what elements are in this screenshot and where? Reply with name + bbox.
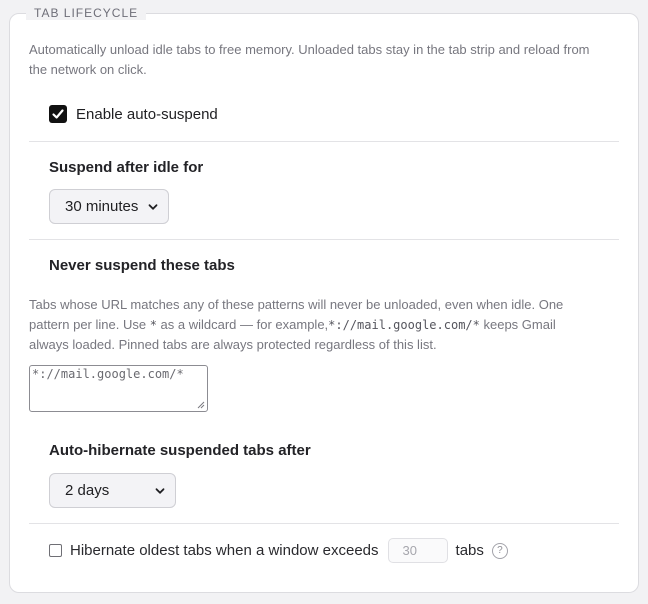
idle-label: Suspend after idle for bbox=[49, 159, 204, 176]
window-limit-label[interactable]: Hibernate oldest tabs when a window exce… bbox=[70, 542, 379, 559]
hibernate-duration-select[interactable]: 2 days bbox=[49, 473, 176, 508]
help-text-2: as a wildcard — for example, bbox=[156, 317, 329, 332]
divider bbox=[29, 523, 619, 524]
section-legend: TAB LIFECYCLE bbox=[26, 6, 147, 20]
auto-suspend-row[interactable]: Enable auto-suspend bbox=[49, 105, 218, 123]
chevron-down-icon bbox=[155, 487, 165, 494]
divider bbox=[29, 239, 619, 240]
idle-duration-value: 30 minutes bbox=[65, 198, 139, 215]
divider bbox=[29, 141, 619, 142]
window-limit-checkbox[interactable] bbox=[49, 544, 62, 557]
never-suspend-label: Never suspend these tabs bbox=[49, 257, 235, 274]
section-description: Automatically unload idle tabs to free m… bbox=[29, 42, 590, 77]
example-pattern-code: *://mail.google.com/* bbox=[328, 318, 480, 332]
never-suspend-help: Tabs whose URL matches any of these patt… bbox=[29, 295, 599, 355]
checkmark-icon bbox=[52, 109, 64, 119]
hibernate-duration-value: 2 days bbox=[65, 482, 110, 499]
wildcard-code: * bbox=[149, 318, 157, 332]
never-suspend-textarea[interactable]: *://mail.google.com/* bbox=[29, 365, 208, 412]
auto-suspend-checkbox[interactable] bbox=[49, 105, 67, 123]
window-limit-input[interactable]: 30 bbox=[387, 538, 448, 563]
idle-duration-select[interactable]: 30 minutes bbox=[49, 189, 169, 224]
hibernate-label: Auto-hibernate suspended tabs after bbox=[49, 442, 311, 459]
chevron-down-icon bbox=[148, 203, 158, 210]
never-suspend-pattern: *://mail.google.com/* bbox=[32, 367, 184, 381]
auto-suspend-label: Enable auto-suspend bbox=[76, 105, 218, 123]
window-limit-row: Hibernate oldest tabs when a window exce… bbox=[49, 538, 508, 563]
question-mark-icon[interactable]: ? bbox=[491, 542, 508, 559]
window-limit-suffix: tabs bbox=[455, 542, 484, 559]
resize-grip-icon[interactable] bbox=[197, 401, 205, 409]
